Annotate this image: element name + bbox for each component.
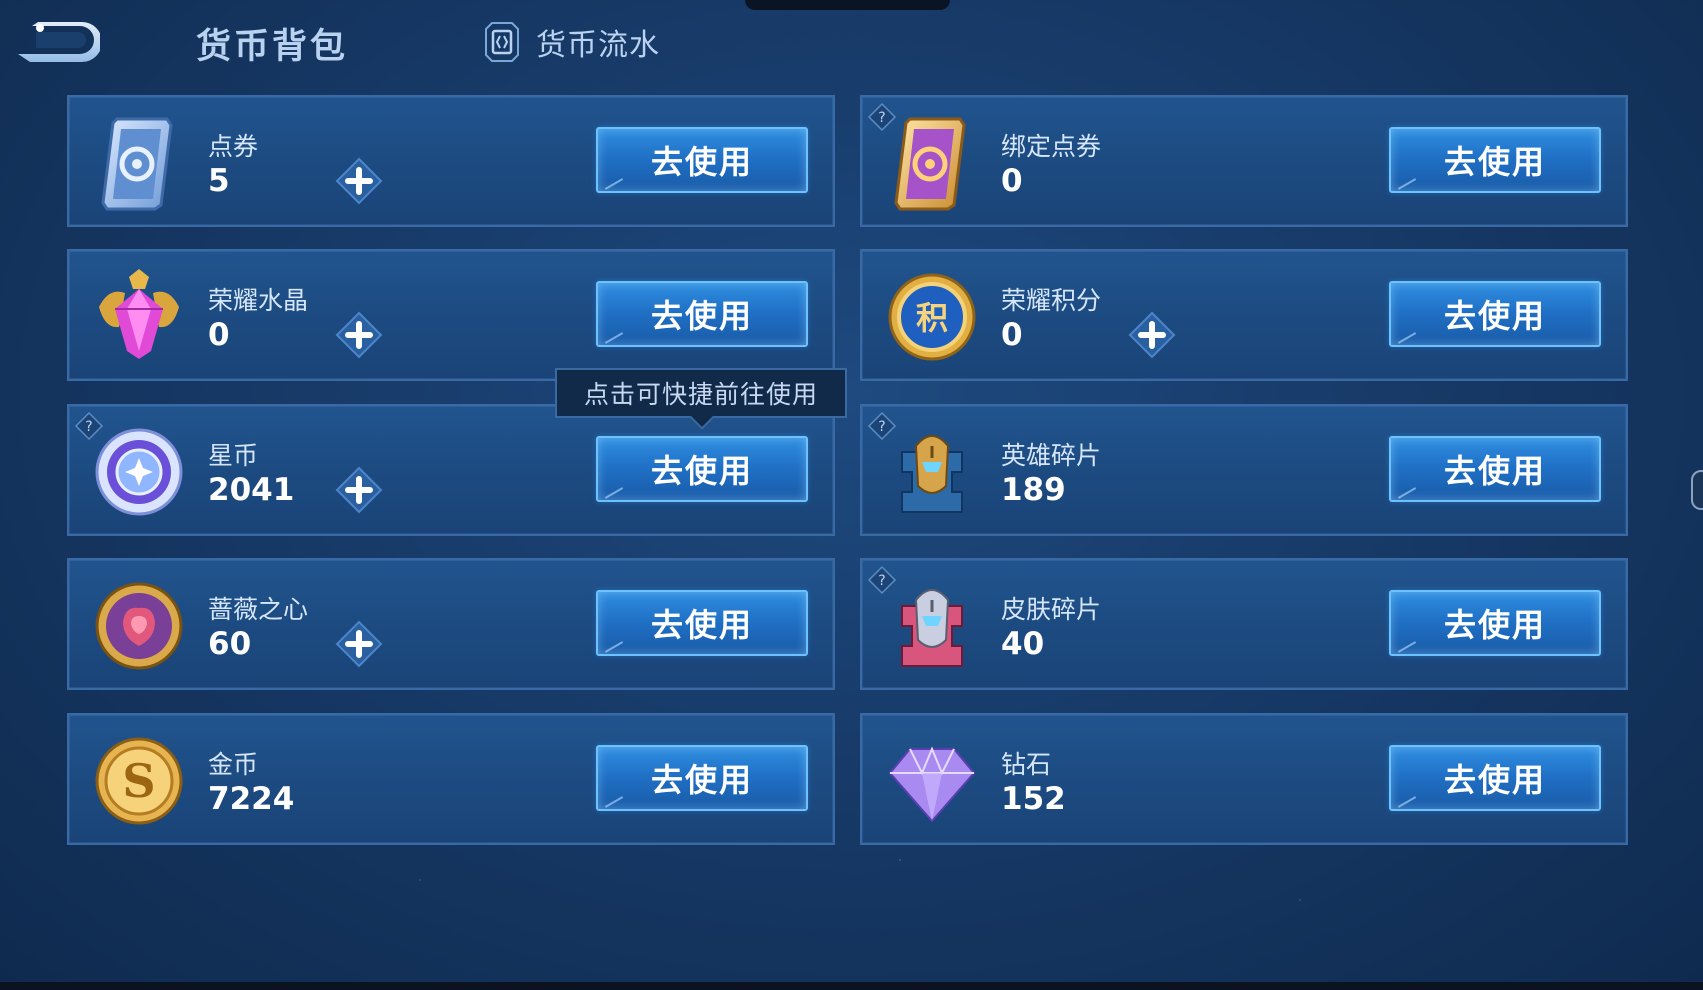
header: 货币背包 货币流水 [0,0,1703,90]
currency-amount: 0 [208,317,230,353]
currency-name: 荣耀积分 [1001,286,1102,315]
use-button[interactable]: 去使用 [596,281,808,347]
bottom-bar [0,982,1703,990]
back-arrow-icon [18,22,102,62]
page-title: 货币背包 [196,27,349,67]
glory-points-icon: 积 [888,273,976,361]
currency-amount: 152 [1001,781,1066,817]
currency-name: 点券 [208,132,259,161]
coupon-ticket-icon [101,117,173,211]
currency-card-skin-fragment: ? 皮肤碎片 40 去使用 [860,558,1628,690]
currency-card-bound-coupon: ? 绑定点券 0 去使用 [860,95,1628,227]
currency-name: 皮肤碎片 [1001,595,1102,624]
use-button[interactable]: 去使用 [596,745,808,811]
currency-card-glory-crystal: 荣耀水晶 0 去使用 [67,249,835,381]
use-button[interactable]: 去使用 [596,127,808,193]
use-button[interactable]: 去使用 [1389,436,1601,502]
currency-amount: 40 [1001,626,1045,662]
currency-name: 星币 [208,441,259,470]
skin-fragment-icon [901,589,963,667]
currency-amount: 2041 [208,472,295,508]
plus-icon[interactable] [335,466,383,514]
glory-crystal-icon [99,269,179,359]
currency-name: 绑定点券 [1001,132,1102,161]
currency-card-coupon: 点券 5 去使用 [67,95,835,227]
currency-card-star-coin: ? 星币 2041 去使用 [67,404,835,536]
quick-use-tooltip: 点击可快捷前往使用 [555,368,847,418]
gold-coin-icon: S [95,737,183,825]
currency-amount: 60 [208,626,252,662]
plus-icon[interactable] [335,311,383,359]
use-button[interactable]: 去使用 [1389,281,1601,347]
currency-card-glory-points: 积 荣耀积分 0 去使用 [860,249,1628,381]
plus-icon[interactable] [335,157,383,205]
svg-text:积: 积 [916,299,948,337]
rose-heart-icon [95,582,183,670]
currency-amount: 189 [1001,472,1066,508]
side-handle[interactable] [1691,470,1703,510]
bound-coupon-ticket-icon [894,117,966,211]
diamond-icon [888,746,976,823]
currency-flow-icon [485,22,519,62]
currency-card-hero-fragment: ? 英雄碎片 189 去使用 [860,404,1628,536]
use-button[interactable]: 去使用 [1389,745,1601,811]
use-button[interactable]: 去使用 [1389,590,1601,656]
currency-amount: 5 [208,163,230,199]
star-coin-icon [95,428,183,516]
currency-name: 金币 [208,750,259,779]
currency-card-diamond: 钻石 152 去使用 [860,713,1628,845]
currency-amount: 0 [1001,163,1023,199]
currency-name: 英雄碎片 [1001,441,1102,470]
svg-text:S: S [122,754,155,808]
currency-amount: 7224 [208,781,295,817]
use-button[interactable]: 去使用 [1389,127,1601,193]
back-button[interactable] [10,20,102,66]
currency-card-gold-coin: S 金币 7224 去使用 [67,713,835,845]
currency-name: 钻石 [1001,750,1052,779]
plus-icon[interactable] [1128,311,1176,359]
currency-card-rose-heart: 蔷薇之心 60 去使用 [67,558,835,690]
currency-name: 蔷薇之心 [208,595,309,624]
plus-icon[interactable] [335,620,383,668]
currency-amount: 0 [1001,317,1023,353]
currency-flow-label: 货币流水 [536,28,660,63]
currency-flow-tab[interactable]: 货币流水 [478,20,660,64]
use-button[interactable]: 去使用 [596,436,808,502]
currency-name: 荣耀水晶 [208,286,309,315]
hero-fragment-icon [901,435,963,513]
use-button[interactable]: 去使用 [596,590,808,656]
